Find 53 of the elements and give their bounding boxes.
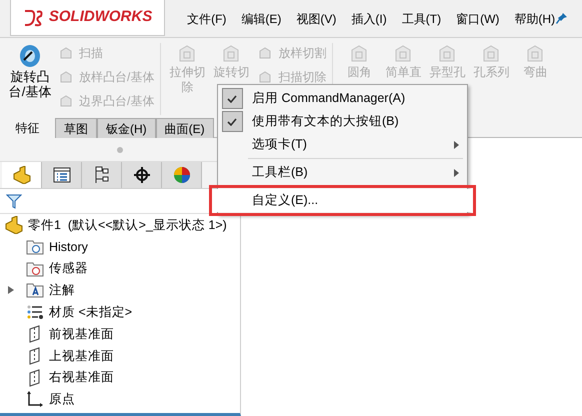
- menu-item-label: 选项卡(T): [252, 136, 307, 154]
- ribbon-tab[interactable]: 草图: [55, 118, 97, 138]
- feature-icon: [58, 45, 74, 61]
- submenu-arrow-icon: [454, 140, 459, 148]
- menu-item-label: 启用 CommandManager(A): [252, 90, 406, 108]
- feature-icon: [58, 69, 74, 85]
- logo-wordmark: SOLIDWORKS: [48, 7, 152, 28]
- menu-item[interactable]: 窗口(W): [456, 10, 500, 28]
- part-block-icon: [4, 216, 24, 234]
- tree-item[interactable]: 注解: [49, 281, 75, 300]
- splitter-handle-icon[interactable]: [117, 146, 123, 152]
- property-list-icon: [52, 167, 70, 183]
- material-list-icon: [26, 304, 44, 320]
- feature-icon: [58, 93, 74, 109]
- menu-item[interactable]: 编辑(E): [241, 10, 282, 28]
- part-block-icon: [12, 166, 32, 184]
- tree-item[interactable]: 右视基准面: [49, 368, 114, 388]
- configuration-tree-icon: [94, 166, 110, 184]
- ribbon-tab[interactable]: 曲面(E): [156, 118, 214, 138]
- crosshair-icon: [132, 166, 150, 184]
- tree-item[interactable]: 原点: [49, 390, 75, 409]
- filter-icon[interactable]: [6, 193, 22, 209]
- menu-item-label: 工具栏(B): [252, 164, 308, 182]
- menu-item-label: 自定义(E)...: [252, 192, 318, 210]
- panel-tab[interactable]: [42, 162, 82, 188]
- color-ball-icon: [172, 166, 190, 184]
- menu-item[interactable]: 插入(I): [351, 10, 387, 28]
- feature-icon: [257, 45, 274, 61]
- tree-item[interactable]: 材质 <未指定>: [49, 302, 132, 322]
- pin-icon[interactable]: [555, 12, 568, 25]
- gauge-folder-icon: [26, 260, 44, 277]
- tree-item[interactable]: 前视基准面: [49, 324, 114, 344]
- submenu-arrow-icon: [454, 168, 459, 176]
- menu-item[interactable]: 视图(V): [296, 10, 336, 28]
- tree-item[interactable]: History: [49, 238, 88, 256]
- menu-item-label: 使用带有文本的大按钮(B): [252, 113, 399, 130]
- clock-folder-icon: [26, 238, 44, 255]
- menu-item[interactable]: 帮助(H): [514, 10, 556, 28]
- panel-tab[interactable]: [82, 162, 122, 188]
- expand-arrow-icon[interactable]: [8, 286, 14, 294]
- tree-item[interactable]: 上视基准面: [49, 346, 114, 366]
- origin-axes-icon: [26, 390, 44, 408]
- menu-item[interactable]: 选项卡(T): [218, 133, 467, 156]
- letter-folder-icon: [26, 282, 44, 298]
- menu-item[interactable]: 工具(T): [402, 10, 442, 28]
- menu-item[interactable]: 文件(F): [187, 10, 226, 28]
- panel-tab[interactable]: [122, 162, 162, 188]
- menu-item[interactable]: 工具栏(B): [218, 161, 467, 184]
- tree-item[interactable]: 传感器: [49, 259, 88, 278]
- tree-root-label[interactable]: 零件1 (默认<<默认>_显示状态 1>): [28, 216, 227, 234]
- ribbon-tab[interactable]: 钣金(H): [97, 118, 156, 138]
- revolve-boss-button[interactable]: 旋转凸台/基体: [8, 43, 52, 99]
- ds-logo-icon: [22, 8, 45, 28]
